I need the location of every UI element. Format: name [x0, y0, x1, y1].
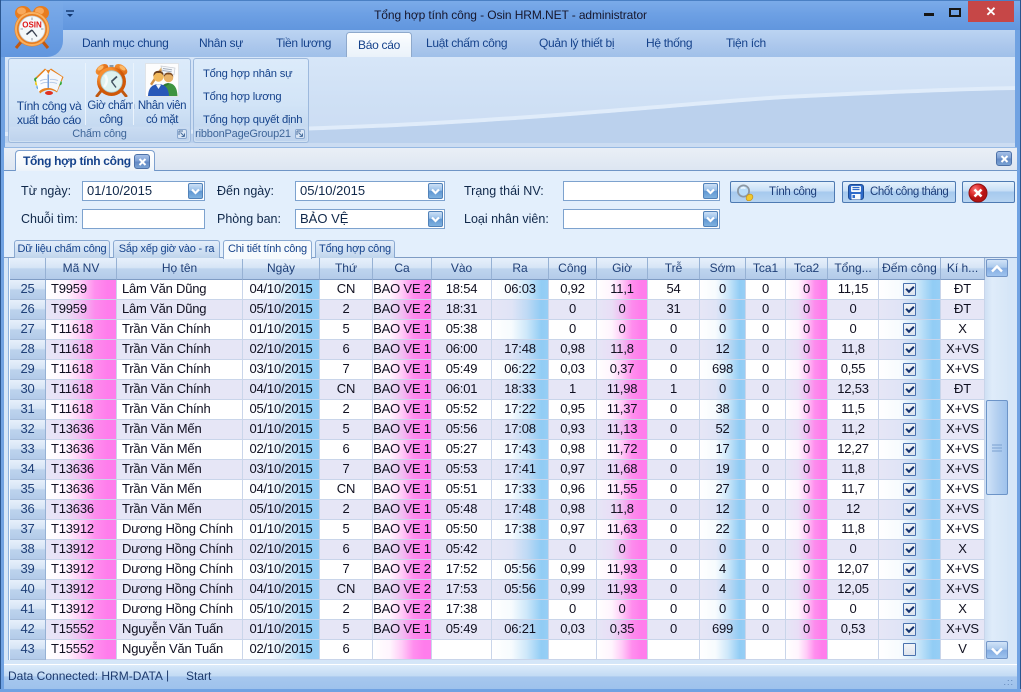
svg-text:OSIN: OSIN: [22, 21, 42, 30]
